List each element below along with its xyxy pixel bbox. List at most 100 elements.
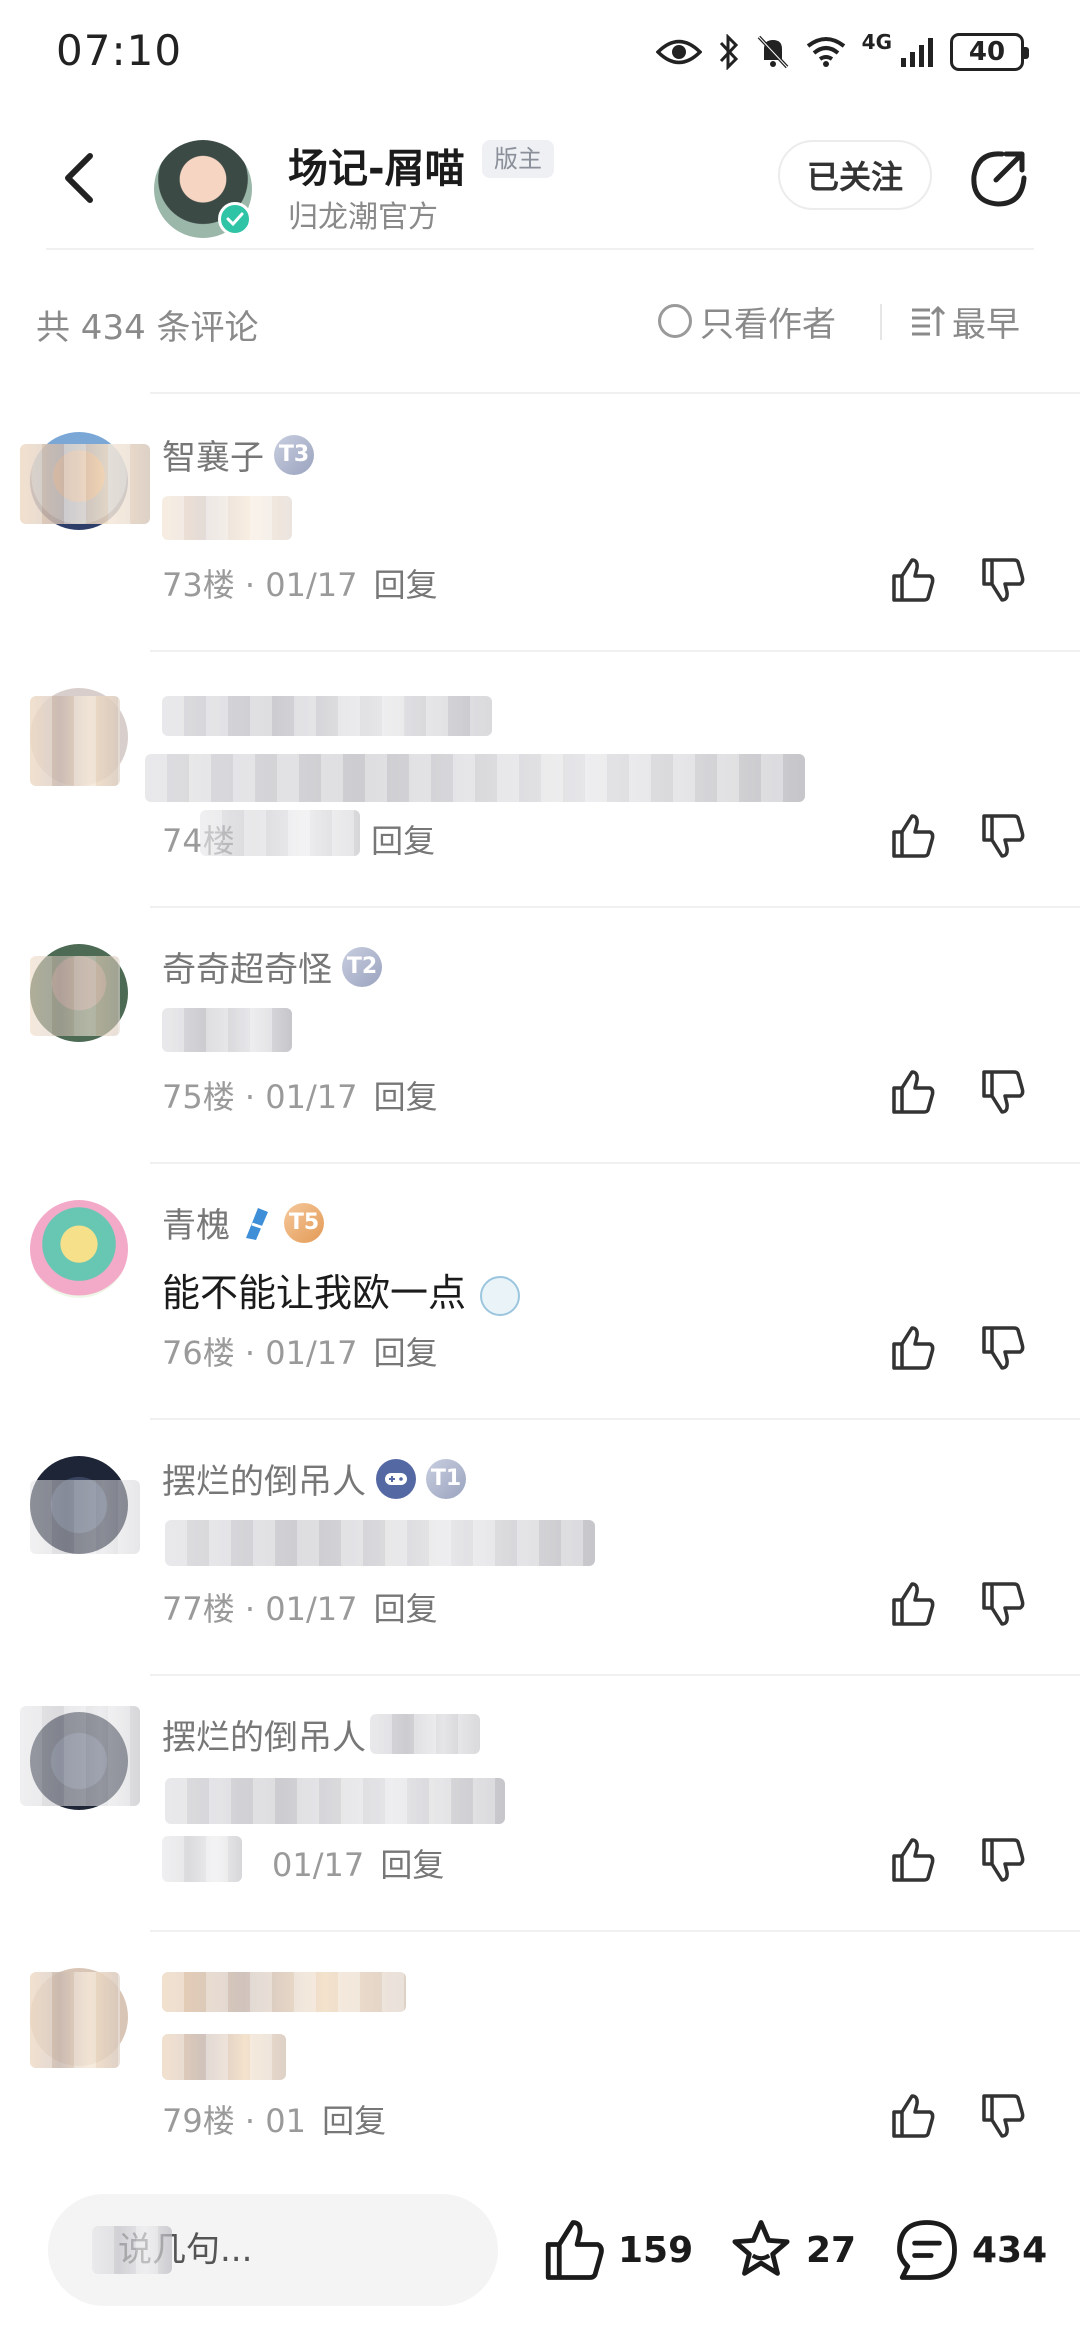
mute-bell-icon	[757, 35, 788, 69]
comment-meta: 75楼 · 01/17 回复	[162, 1072, 438, 1118]
privacy-blur	[30, 1972, 120, 2068]
dislike-button[interactable]	[970, 1316, 1034, 1380]
dislike-button[interactable]	[970, 804, 1034, 868]
thumbs-down-icon	[982, 1838, 1025, 1882]
comment-item: 74楼 回复	[0, 652, 1080, 908]
like-button[interactable]	[880, 1316, 944, 1380]
comment-author[interactable]: 摆烂的倒吊人	[162, 1710, 366, 1759]
privacy-blur	[370, 1714, 480, 1754]
reply-link[interactable]: 回复	[374, 1078, 438, 1116]
thumbs-down-icon	[982, 1326, 1025, 1370]
privacy-blur	[162, 2034, 286, 2080]
like-button[interactable]	[880, 548, 944, 612]
author-only-toggle[interactable]: 只看作者	[658, 296, 836, 346]
dislike-button[interactable]	[970, 1060, 1034, 1124]
like-button[interactable]	[880, 2084, 944, 2148]
star-count: 27	[806, 2229, 857, 2271]
privacy-blur	[165, 1520, 595, 1566]
comment-item: 奇奇超奇怪 T2 75楼 · 01/17 回复	[0, 908, 1080, 1164]
dislike-button[interactable]	[970, 1572, 1034, 1636]
comment-meta: 79楼 · 01 回复	[162, 2096, 386, 2142]
comment-text: 能不能让我欧一点	[162, 1262, 521, 1317]
reply-link[interactable]: 回复	[374, 566, 438, 604]
wifi-icon	[806, 37, 845, 67]
post-header: 场记-屑喵 版主 归龙潮官方 已关注	[0, 118, 1080, 248]
reply-link[interactable]: 回复	[371, 822, 435, 860]
eye-icon	[655, 39, 702, 65]
privacy-blur	[30, 1480, 140, 1554]
thumbs-down-icon	[982, 1070, 1025, 1114]
back-button[interactable]	[44, 142, 116, 214]
favorite-button[interactable]: 27	[728, 2210, 856, 2290]
status-icons: 4G 40	[655, 30, 1029, 74]
comment-item: 79楼 · 01 回复	[0, 1932, 1080, 2168]
total-comment-count: 共 434 条评论	[36, 308, 259, 348]
comment-item: 青槐 T5 能不能让我欧一点 76楼 · 01/17 回复	[0, 1164, 1080, 1420]
like-button[interactable]	[880, 804, 944, 868]
comments-button[interactable]: 434	[894, 2210, 1047, 2290]
privacy-blur	[162, 696, 492, 736]
privacy-blur	[30, 696, 120, 786]
comment-meta: 73楼 · 01/17 回复	[162, 560, 438, 606]
user-name: 摆烂的倒吊人	[162, 1462, 366, 1502]
verified-icon	[218, 202, 252, 236]
privacy-blur	[165, 1778, 505, 1824]
sort-button[interactable]: 最早	[910, 296, 1020, 346]
user-avatar[interactable]	[30, 1200, 128, 1298]
reply-link[interactable]: 回复	[374, 1590, 438, 1628]
comment-author[interactable]: 摆烂的倒吊人 T1	[162, 1454, 466, 1503]
radio-icon	[658, 304, 692, 338]
privacy-blur	[20, 1706, 140, 1806]
bottom-action-bar: 说几句... 159 27 434	[0, 2180, 1080, 2340]
share-button[interactable]	[962, 142, 1034, 214]
floor-date: 76楼 · 01/17	[162, 1334, 358, 1372]
thumbs-up-icon	[892, 2094, 935, 2138]
user-name: 青槐	[162, 1206, 230, 1246]
dislike-button[interactable]	[970, 2084, 1034, 2148]
like-button[interactable]	[880, 1060, 944, 1124]
post-like-button[interactable]: 159	[540, 2210, 693, 2290]
comment-author[interactable]: 奇奇超奇怪 T2	[162, 942, 382, 991]
privacy-blur	[162, 1836, 242, 1882]
author-only-label: 只看作者	[700, 304, 836, 345]
follow-button[interactable]: 已关注	[778, 140, 932, 210]
like-button[interactable]	[880, 1572, 944, 1636]
crying-emoji-icon	[480, 1275, 521, 1316]
reply-link[interactable]: 回复	[380, 1846, 444, 1884]
reply-link[interactable]: 回复	[374, 1334, 438, 1372]
privacy-blur	[162, 1008, 292, 1052]
comment-item: 摆烂的倒吊人 T1 77楼 · 01/17 回复	[0, 1420, 1080, 1676]
dislike-button[interactable]	[970, 548, 1034, 612]
floor-date: 73楼 · 01/17	[162, 566, 358, 604]
floor-date: 75楼 · 01/17	[162, 1078, 358, 1116]
thumbs-down-icon	[982, 558, 1025, 602]
privacy-blur	[200, 810, 360, 856]
gamepad-icon	[376, 1458, 416, 1499]
author-name[interactable]: 场记-屑喵	[288, 136, 465, 194]
reply-link[interactable]: 回复	[322, 2102, 386, 2140]
privacy-blur	[20, 444, 150, 524]
privacy-blur	[162, 1972, 406, 2012]
comment-meta: 76楼 · 01/17 回复	[162, 1328, 438, 1374]
privacy-blur	[162, 496, 292, 540]
comment-item: 摆烂的倒吊人 01/17 回复	[0, 1676, 1080, 1932]
bluetooth-icon	[719, 34, 738, 70]
star-icon	[732, 2220, 790, 2276]
comment-meta: 01/17 回复	[272, 1840, 444, 1886]
user-name: 奇奇超奇怪	[162, 950, 332, 990]
share-icon	[971, 151, 1027, 207]
comment-item: 智襄子 T3 73楼 · 01/17 回复	[0, 396, 1080, 652]
floor-date: 77楼 · 01/17	[162, 1590, 358, 1628]
comment-bubble-icon	[897, 2220, 957, 2280]
user-name: 摆烂的倒吊人	[162, 1718, 366, 1758]
comment-author[interactable]: 青槐 T5	[162, 1198, 324, 1247]
back-arrow-icon	[65, 153, 93, 203]
like-count: 159	[618, 2229, 694, 2271]
like-button[interactable]	[880, 1828, 944, 1892]
privacy-blur	[92, 2226, 172, 2274]
dislike-button[interactable]	[970, 1828, 1034, 1892]
sort-label: 最早	[952, 304, 1020, 345]
network-label: 4G	[861, 30, 892, 54]
thumbs-up-icon	[545, 2220, 604, 2280]
comment-author[interactable]: 智襄子 T3	[162, 430, 314, 479]
